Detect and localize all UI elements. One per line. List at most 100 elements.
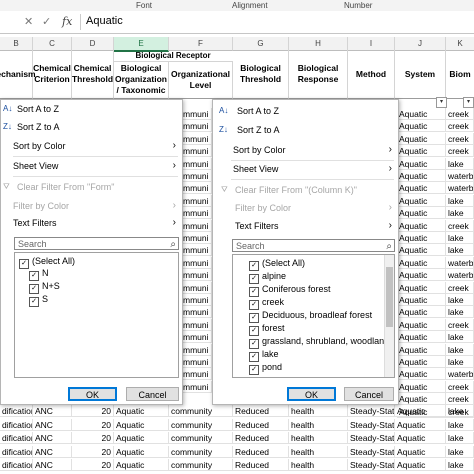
table-cell[interactable]: Aquatic xyxy=(395,445,446,458)
table-cell[interactable]: lake xyxy=(446,157,474,170)
filter-search-input[interactable]: Search ⌕ xyxy=(14,237,179,250)
filter-item[interactable]: ✓ creek xyxy=(249,296,284,310)
table-cell[interactable]: dification xyxy=(0,432,33,445)
table-cell[interactable]: creek xyxy=(446,120,474,133)
table-cell[interactable]: waterbo xyxy=(446,368,474,381)
filter-item[interactable]: ✓ alpine xyxy=(249,270,286,284)
table-cell[interactable]: Aquatic xyxy=(397,244,446,257)
table-cell[interactable]: Aquatic xyxy=(397,393,446,406)
insert-function-icon[interactable]: fx xyxy=(62,15,72,28)
table-cell[interactable]: Aquatic xyxy=(395,418,446,431)
filter-item-select-all[interactable]: ✓ (Select All) xyxy=(19,255,75,269)
table-cell[interactable]: mmuni xyxy=(181,331,212,344)
table-cell[interactable]: mmuni xyxy=(181,232,212,244)
table-cell[interactable]: mmuni xyxy=(181,281,212,294)
checkbox-icon[interactable]: ✓ xyxy=(249,365,259,375)
filter-dropdown-system[interactable]: ▾ xyxy=(436,97,447,108)
filter-dropdown-biome[interactable]: ▾ xyxy=(463,97,474,108)
table-cell[interactable]: 20 xyxy=(72,405,114,417)
table-cell[interactable]: Aquatic xyxy=(397,343,446,356)
table-cell[interactable]: dification xyxy=(0,405,33,417)
table-cell[interactable]: Aquatic xyxy=(114,459,169,472)
scrollbar-thumb[interactable] xyxy=(386,267,393,327)
table-cell[interactable]: 20 xyxy=(72,459,114,472)
filter-item[interactable]: ✓ grassland, shrubland, woodland xyxy=(249,335,389,349)
enter-icon[interactable]: ✓ xyxy=(42,15,51,28)
table-cell[interactable]: creek xyxy=(446,145,474,158)
filter-item[interactable]: ✓ N+S xyxy=(29,280,60,294)
filter-search-input[interactable]: Search ⌕ xyxy=(232,239,395,252)
ok-button[interactable]: OK xyxy=(287,387,336,401)
column-header-g[interactable]: G xyxy=(233,37,289,51)
table-cell[interactable]: lake xyxy=(446,294,474,306)
table-cell[interactable]: Aquatic xyxy=(397,232,446,244)
checkbox-icon[interactable]: ✓ xyxy=(19,259,29,269)
table-cell[interactable]: Aquatic xyxy=(395,432,446,445)
table-cell[interactable]: ANC xyxy=(33,418,72,431)
table-cell[interactable]: Aquatic xyxy=(397,306,446,319)
table-cell[interactable]: mmuni xyxy=(181,207,212,220)
table-cell[interactable]: waterbo xyxy=(446,256,474,269)
column-header-h[interactable]: H xyxy=(289,37,348,51)
table-cell[interactable]: Aquatic xyxy=(397,108,446,120)
table-cell[interactable]: Aquatic xyxy=(114,445,169,458)
table-cell[interactable]: Aquatic xyxy=(397,132,446,145)
table-cell[interactable]: 20 xyxy=(72,445,114,458)
table-cell[interactable]: Aquatic xyxy=(397,194,446,207)
table-cell[interactable]: health xyxy=(289,405,348,417)
table-cell[interactable]: mmuni xyxy=(181,157,212,170)
table-cell[interactable]: mmuni xyxy=(181,368,212,381)
table-cell[interactable]: Aquatic xyxy=(397,318,446,331)
table-cell[interactable]: mmuni xyxy=(181,244,212,257)
table-cell[interactable]: Steady-State xyxy=(348,459,395,472)
table-cell[interactable]: creek xyxy=(446,132,474,145)
column-header-i[interactable]: I xyxy=(348,37,395,51)
menu-text-filters[interactable]: Text Filters › xyxy=(1,215,182,231)
table-cell[interactable]: Aquatic xyxy=(397,331,446,344)
table-cell[interactable]: Aquatic xyxy=(397,207,446,220)
table-cell[interactable]: Steady-State xyxy=(348,418,395,431)
menu-clear-filter[interactable]: ⛛ Clear Filter From "(Column K)" xyxy=(213,182,398,198)
table-cell[interactable]: Aquatic xyxy=(397,256,446,269)
table-cell[interactable]: community xyxy=(169,459,233,472)
table-cell[interactable]: lake xyxy=(446,405,474,417)
table-cell[interactable]: mmuni xyxy=(181,269,212,282)
table-cell[interactable]: lake xyxy=(446,207,474,220)
table-cell[interactable]: community xyxy=(169,445,233,458)
table-cell[interactable]: creek xyxy=(446,108,474,120)
menu-sheet-view[interactable]: Sheet View › xyxy=(213,161,398,177)
filter-item[interactable]: ✓ forest xyxy=(249,322,285,336)
table-cell[interactable]: 20 xyxy=(72,432,114,445)
menu-text-filters[interactable]: Text Filters › xyxy=(213,218,398,234)
table-cell[interactable]: lake xyxy=(446,306,474,319)
menu-sort-z-to-a[interactable]: Z↓ Sort Z to A xyxy=(1,119,182,135)
table-cell[interactable]: dification xyxy=(0,445,33,458)
filter-item[interactable]: ✓ Deciduous, broadleaf forest xyxy=(249,309,372,323)
filter-item[interactable]: ✓ Coniferous forest xyxy=(249,283,331,297)
column-header-k[interactable]: K xyxy=(446,37,474,51)
menu-sort-by-color[interactable]: Sort by Color › xyxy=(213,142,398,158)
menu-sort-z-to-a[interactable]: Z↓ Sort Z to A xyxy=(213,122,398,138)
table-cell[interactable]: Steady-State xyxy=(348,432,395,445)
table-cell[interactable]: Aquatic xyxy=(397,145,446,158)
table-cell[interactable]: lake xyxy=(446,432,474,445)
table-cell[interactable]: Aquatic xyxy=(397,294,446,306)
table-cell[interactable]: Aquatic xyxy=(397,356,446,368)
table-cell[interactable]: mmuni xyxy=(181,194,212,207)
table-cell[interactable]: ANC xyxy=(33,459,72,472)
table-cell[interactable]: creek xyxy=(446,393,474,406)
table-cell[interactable]: Aquatic xyxy=(397,157,446,170)
table-cell[interactable]: creek xyxy=(446,380,474,393)
table-cell[interactable]: Reduced xyxy=(233,459,289,472)
table-cell[interactable]: community xyxy=(169,418,233,431)
table-cell[interactable]: creek xyxy=(446,281,474,294)
table-cell[interactable]: Aquatic xyxy=(114,405,169,417)
table-cell[interactable]: Aquatic xyxy=(397,368,446,381)
ok-button[interactable]: OK xyxy=(68,387,117,401)
table-cell[interactable]: ANC xyxy=(33,432,72,445)
filter-item[interactable]: ✓ N xyxy=(29,267,49,281)
filter-item[interactable]: ✓ S xyxy=(29,293,48,307)
table-cell[interactable]: mmuni xyxy=(181,219,212,232)
filter-item[interactable]: ✓ pond xyxy=(249,361,282,375)
menu-filter-by-color[interactable]: Filter by Color › xyxy=(1,198,182,214)
